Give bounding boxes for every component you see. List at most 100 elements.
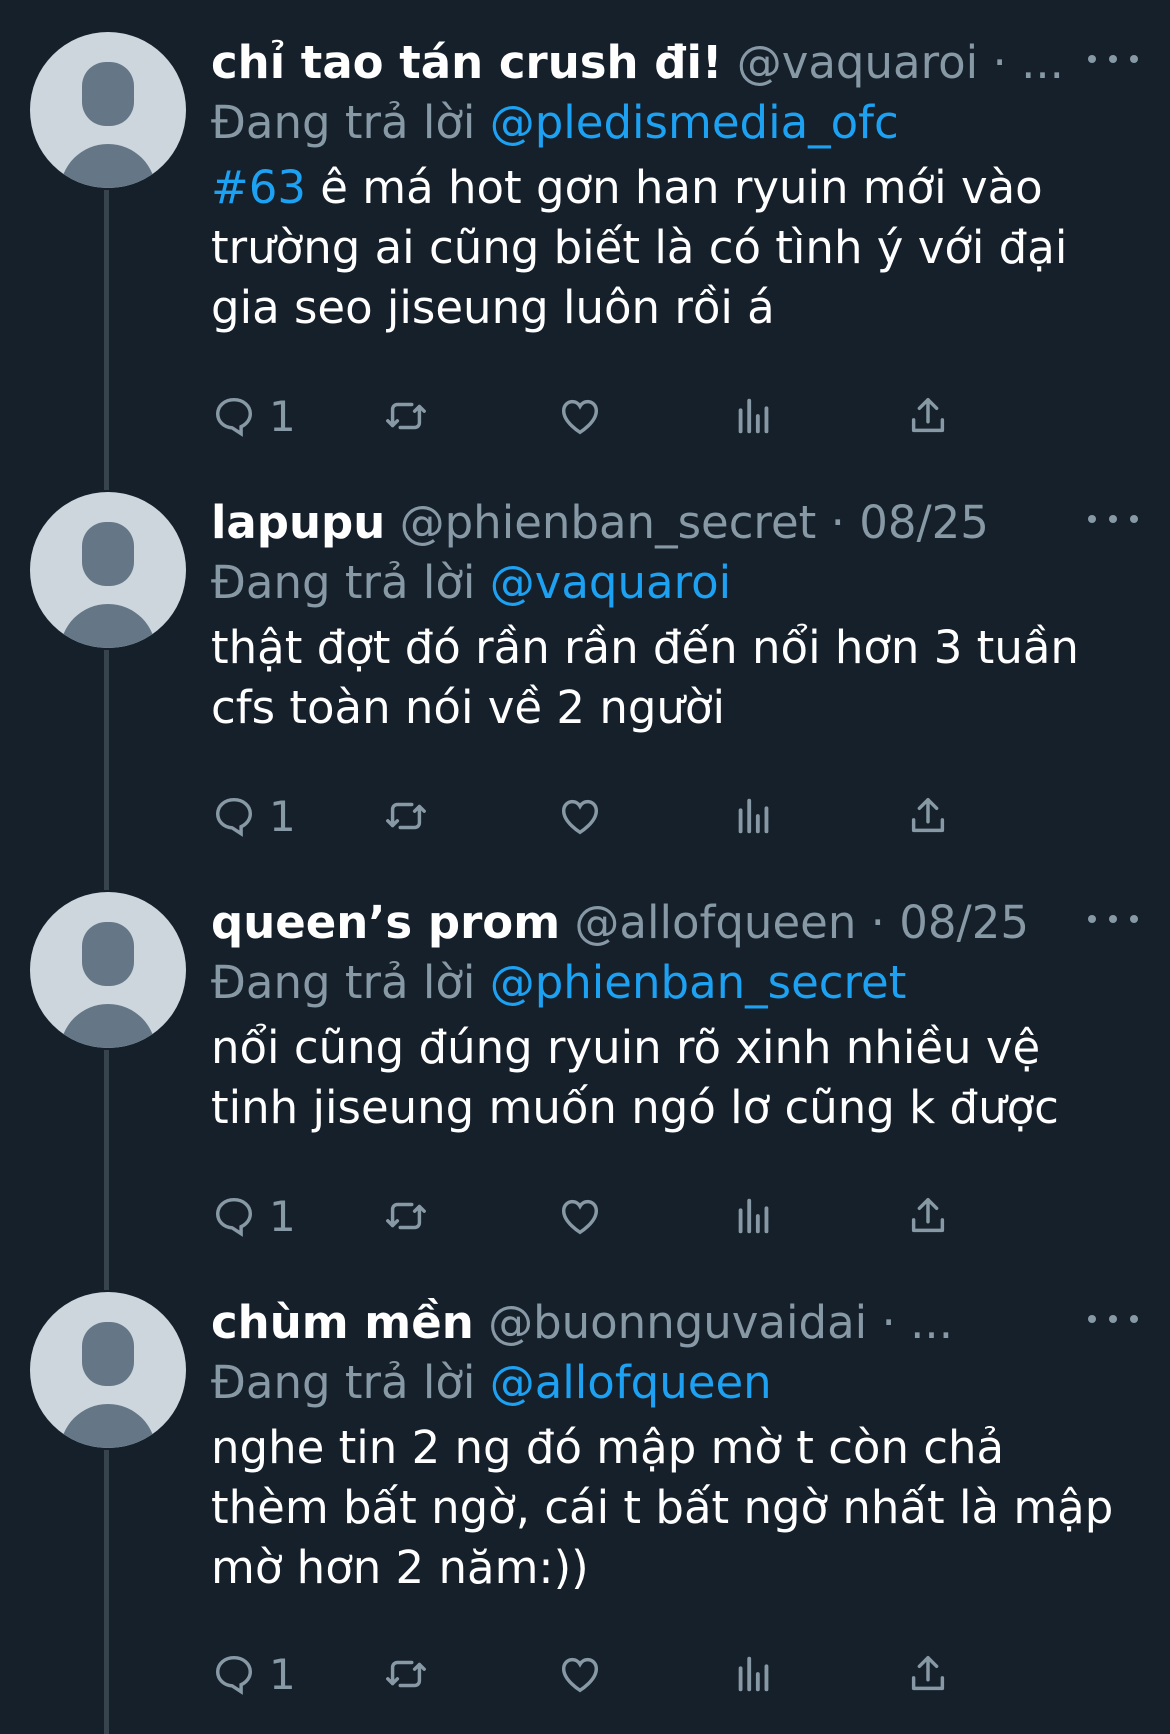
reply-button[interactable]: 1 — [211, 386, 296, 446]
replying-to: Đang trả lời @vaquaroi — [211, 554, 1131, 612]
heart-icon — [561, 1657, 599, 1693]
analytics-button[interactable] — [731, 786, 777, 846]
more-options-icon[interactable] — [1088, 1304, 1138, 1334]
separator-dot: · — [881, 1296, 896, 1349]
avatar-body-shape — [60, 144, 156, 188]
tweet[interactable]: chỉ tao tán crush đi! @vaquaroi · ... Đa… — [0, 32, 1170, 432]
retweet-icon — [386, 802, 426, 830]
retweet-button[interactable] — [383, 786, 429, 846]
avatar-head-shape — [82, 522, 134, 586]
replying-to-label: Đang trả lời — [211, 956, 476, 1009]
user-handle[interactable]: @phienban_secret — [400, 496, 817, 549]
tweet-content: chỉ tao tán crush đi! @vaquaroi · ... Đa… — [211, 32, 1138, 338]
reply-mention-link[interactable]: @phienban_secret — [490, 956, 907, 1009]
reply-mention-link[interactable]: @pledismedia_ofc — [490, 96, 899, 149]
reply-icon — [215, 1197, 253, 1237]
tweet-header: lapupu @phienban_secret · 08/25 — [211, 492, 1111, 554]
hashtag-link[interactable]: #63 — [211, 161, 306, 214]
reply-icon — [215, 797, 253, 837]
analytics-button[interactable] — [731, 1186, 777, 1246]
heart-icon — [561, 1199, 599, 1235]
avatar-body-shape — [60, 604, 156, 648]
separator-dot: · — [870, 896, 885, 949]
like-button[interactable] — [557, 386, 603, 446]
more-options-icon[interactable] — [1088, 44, 1138, 74]
avatar[interactable] — [30, 492, 186, 648]
reply-button[interactable]: 1 — [211, 1186, 296, 1246]
display-name[interactable]: lapupu — [211, 496, 385, 549]
replying-to: Đang trả lời @phienban_secret — [211, 954, 1131, 1012]
share-icon — [911, 797, 945, 833]
tweet-content: chùm mền @buonnguvaidai · ... Đang trả l… — [211, 1292, 1138, 1598]
share-icon — [911, 1197, 945, 1233]
retweet-icon — [386, 1202, 426, 1230]
more-options-icon[interactable] — [1088, 904, 1138, 934]
user-handle[interactable]: @vaquaroi — [737, 36, 978, 89]
share-icon — [911, 397, 945, 433]
tweet-text: nghe tin 2 ng đó mập mờ t còn chả thèm b… — [211, 1421, 1114, 1594]
reply-mention-link[interactable]: @allofqueen — [490, 1356, 772, 1409]
heart-icon — [561, 799, 599, 835]
analytics-icon — [738, 798, 769, 834]
more-options-icon[interactable] — [1088, 504, 1138, 534]
tweet-header: chùm mền @buonnguvaidai · ... — [211, 1292, 1111, 1354]
display-name[interactable]: chỉ tao tán crush đi! — [211, 36, 722, 89]
tweet-actions: 1 — [211, 1644, 1111, 1704]
reply-mention-link[interactable]: @vaquaroi — [490, 556, 731, 609]
tweet-text: nổi cũng đúng ryuin rõ xinh nhiều vệ tin… — [211, 1021, 1059, 1134]
tweet-header: queen’s prom @allofqueen · 08/25 — [211, 892, 1111, 954]
replying-to: Đang trả lời @allofqueen — [211, 1354, 1131, 1412]
avatar-body-shape — [60, 1004, 156, 1048]
truncation-ellipsis: ... — [910, 1296, 954, 1349]
user-handle[interactable]: @buonnguvaidai — [488, 1296, 867, 1349]
share-button[interactable] — [905, 386, 951, 446]
user-handle[interactable]: @allofqueen — [574, 896, 856, 949]
avatar-head-shape — [82, 1322, 134, 1386]
retweet-icon — [386, 402, 426, 430]
like-button[interactable] — [557, 1186, 603, 1246]
tweet-text: thật đợt đó rần rần đến nổi hơn 3 tuần c… — [211, 621, 1079, 734]
share-button[interactable] — [905, 786, 951, 846]
tweet-header: chỉ tao tán crush đi! @vaquaroi · ... — [211, 32, 1111, 94]
truncation-ellipsis: ... — [1021, 36, 1064, 89]
reply-count: 1 — [269, 791, 296, 841]
tweet-text-body: ê má hot gơn han ryuin mới vào trường ai… — [211, 161, 1068, 334]
reply-icon — [215, 1655, 253, 1695]
separator-dot: · — [830, 496, 845, 549]
replying-to: Đang trả lời @pledismedia_ofc — [211, 94, 1131, 152]
analytics-button[interactable] — [731, 386, 777, 446]
avatar-head-shape — [82, 62, 134, 126]
avatar-body-shape — [60, 1404, 156, 1448]
avatar[interactable] — [30, 32, 186, 188]
like-button[interactable] — [557, 786, 603, 846]
display-name[interactable]: queen’s prom — [211, 896, 560, 949]
avatar[interactable] — [30, 892, 186, 1048]
tweet-date[interactable]: 08/25 — [899, 896, 1029, 949]
retweet-button[interactable] — [383, 386, 429, 446]
reply-count: 1 — [269, 1649, 296, 1699]
analytics-icon — [738, 398, 769, 434]
avatar[interactable] — [30, 1292, 186, 1448]
share-button[interactable] — [905, 1186, 951, 1246]
share-button[interactable] — [905, 1644, 951, 1704]
tweet-actions: 1 — [211, 386, 1111, 446]
retweet-button[interactable] — [383, 1644, 429, 1704]
display-name[interactable]: chùm mền — [211, 1296, 474, 1349]
tweet-actions: 1 — [211, 786, 1111, 846]
reply-button[interactable]: 1 — [211, 786, 296, 846]
separator-dot: · — [992, 36, 1007, 89]
reply-count: 1 — [269, 1191, 296, 1241]
reply-count: 1 — [269, 391, 296, 441]
tweet-date[interactable]: 08/25 — [859, 496, 989, 549]
avatar-head-shape — [82, 922, 134, 986]
replying-to-label: Đang trả lời — [211, 556, 476, 609]
tweet-actions: 1 — [211, 1186, 1111, 1246]
analytics-icon — [738, 1198, 769, 1234]
tweet[interactable]: chùm mền @buonnguvaidai · ... Đang trả l… — [0, 1292, 1170, 1692]
tweet-text: #63 ê má hot gơn han ryuin mới vào trườn… — [211, 158, 1121, 338]
like-button[interactable] — [557, 1644, 603, 1704]
analytics-button[interactable] — [731, 1644, 777, 1704]
replying-to-label: Đang trả lời — [211, 1356, 476, 1409]
reply-button[interactable]: 1 — [211, 1644, 296, 1704]
retweet-button[interactable] — [383, 1186, 429, 1246]
